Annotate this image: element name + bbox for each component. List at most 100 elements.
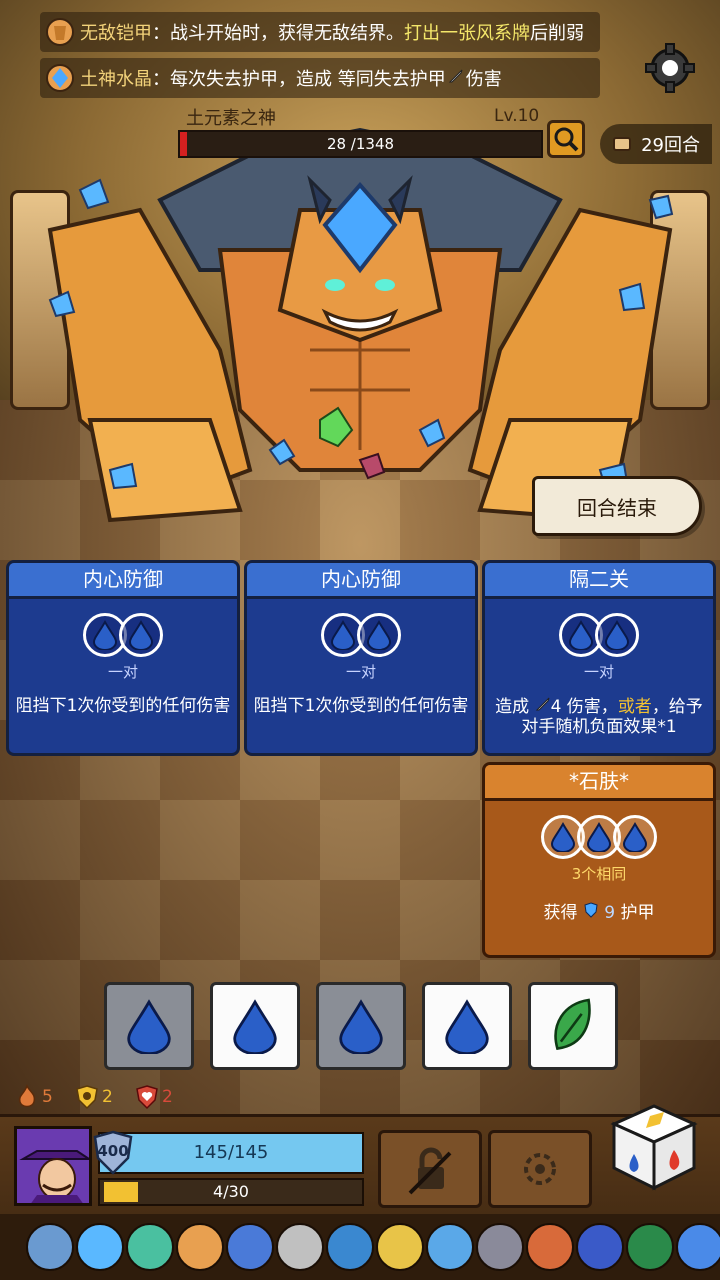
wind-leaf-icon — [554, 998, 591, 1050]
card-description: 阻挡下1次你受到的任何伤害 — [253, 696, 469, 716]
end-turn-button[interactable]: 回合结束 — [532, 476, 702, 536]
status-suffix: 伤害 — [465, 69, 502, 90]
water-slot-icon — [613, 815, 657, 859]
relic-icon[interactable] — [276, 1223, 324, 1271]
desc-part: 护甲 — [620, 903, 655, 923]
status-separator: ： — [152, 23, 170, 44]
dice-slots — [9, 613, 237, 657]
status-highlight: 打出一张风系牌 — [404, 23, 530, 44]
status-text: 每次失去护甲，造成 等同失去护甲 — [170, 69, 446, 90]
player-avatar[interactable] — [14, 1126, 92, 1206]
turn-counter: 29回合 — [600, 124, 712, 164]
die-water[interactable] — [422, 982, 512, 1070]
inspect-button[interactable] — [547, 120, 585, 158]
burn-stat: 5 — [14, 1084, 53, 1110]
die-wind[interactable] — [528, 982, 618, 1070]
status-earth-crystal[interactable]: 土神水晶 ： 每次失去护甲，造成 等同失去护甲 伤害 — [40, 58, 600, 98]
relic-bar — [0, 1214, 720, 1280]
armor-icon — [583, 902, 599, 923]
relic-icon[interactable] — [626, 1223, 674, 1271]
heart-shield-stat: 2 — [134, 1084, 173, 1110]
player-armor: 400 — [92, 1130, 134, 1176]
armor-value: 400 — [97, 1142, 129, 1160]
desc-or: 或者 — [617, 697, 652, 717]
card-description: 获得 9 护甲 — [485, 884, 713, 923]
player-hp-bar: 145/145 — [98, 1132, 364, 1174]
relic-icon[interactable] — [126, 1223, 174, 1271]
boss-hp-text: 28 /1348 — [326, 135, 395, 153]
water-drop-icon — [233, 999, 277, 1054]
armor-relic-icon — [40, 12, 80, 52]
stat-value: 2 — [162, 1087, 173, 1107]
magnifier-icon — [554, 127, 579, 152]
desc-part: 4 伤害， — [550, 697, 618, 717]
player-xp-bar: 4/30 — [98, 1178, 364, 1206]
lock-button[interactable] — [378, 1130, 482, 1208]
dice-slots — [247, 613, 475, 657]
broken-lock-icon — [408, 1147, 452, 1195]
skill-card-stone-skin[interactable]: *石肤* 3个相同 获得 9 护甲 — [482, 762, 716, 958]
skill-card-inner-defense-2[interactable]: 内心防御 一对 阻挡下1次你受到的任何伤害 — [244, 560, 478, 756]
card-description: 阻挡下1次你受到的任何伤害 — [15, 696, 231, 716]
status-name: 无敌铠甲 — [80, 23, 152, 44]
relic-icon[interactable] — [26, 1223, 74, 1271]
player-xp-text: 4/30 — [213, 1182, 249, 1201]
status-name: 土神水晶 — [80, 69, 152, 90]
xp-fill — [104, 1182, 138, 1202]
card-requirement: 一对 — [345, 663, 376, 681]
relic-icon[interactable] — [426, 1223, 474, 1271]
heart-shield-icon — [136, 1085, 158, 1110]
shield-stat: 2 — [74, 1084, 113, 1110]
relic-icon[interactable] — [476, 1223, 524, 1271]
turn-text: 29回合 — [641, 135, 700, 156]
relic-icon[interactable] — [226, 1223, 274, 1271]
card-requirement: 一对 — [107, 663, 138, 681]
card-title: 内心防御 — [9, 563, 237, 599]
player-hp-text: 145/145 — [193, 1142, 269, 1163]
die-water-used[interactable] — [104, 982, 194, 1070]
card-description: 造成 4 伤害，或者，给予对手随机负面效果*1 — [485, 682, 713, 737]
desc-part: 获得 — [543, 903, 578, 923]
stat-value: 5 — [42, 1087, 53, 1107]
armor-value: 9 — [604, 903, 616, 923]
card-requirement: 3个相同 — [571, 865, 627, 883]
water-slot-icon — [595, 613, 639, 657]
relic-icon[interactable] — [676, 1223, 720, 1271]
relic-icon[interactable] — [76, 1223, 124, 1271]
crystal-relic-icon — [40, 58, 80, 98]
relic-icon[interactable] — [376, 1223, 424, 1271]
status-text: 战斗开始时，获得无敌结界。 — [170, 23, 404, 44]
water-drop-icon — [445, 999, 489, 1054]
game-screen: 无敌铠甲 ： 战斗开始时，获得无敌结界。 打出一张风系牌 后削弱 土神水晶 ： … — [0, 0, 720, 1280]
reroll-icon — [524, 1153, 556, 1185]
desc-part: 造成 — [495, 697, 530, 717]
roll-dice-button[interactable] — [606, 1098, 702, 1194]
settings-gear-icon[interactable] — [642, 40, 698, 96]
dice-slots — [485, 613, 713, 657]
skill-card-gap-two[interactable]: 隔二关 一对 造成 4 伤害，或者，给予对手随机负面效果*1 — [482, 560, 716, 756]
status-invincible-armor[interactable]: 无敌铠甲 ： 战斗开始时，获得无敌结界。 打出一张风系牌 后削弱 — [40, 12, 600, 52]
relic-icon[interactable] — [576, 1223, 624, 1271]
water-drop-icon — [339, 999, 383, 1054]
relic-icon[interactable] — [526, 1223, 574, 1271]
stat-value: 2 — [102, 1087, 113, 1107]
sword-icon — [448, 68, 464, 89]
shield-icon — [76, 1085, 98, 1110]
boss-hp-bar: 28 /1348 — [178, 130, 543, 158]
relic-icon[interactable] — [326, 1223, 374, 1271]
boss-level: Lv.10 — [494, 106, 540, 126]
scroll-icon — [613, 137, 632, 151]
water-slot-icon — [119, 613, 163, 657]
card-title: 隔二关 — [485, 563, 713, 599]
reroll-button[interactable] — [488, 1130, 592, 1208]
card-title: 内心防御 — [247, 563, 475, 599]
die-water-used[interactable] — [316, 982, 406, 1070]
relic-icon[interactable] — [176, 1223, 224, 1271]
fire-icon — [18, 1084, 36, 1108]
water-slot-icon — [357, 613, 401, 657]
skill-card-inner-defense-1[interactable]: 内心防御 一对 阻挡下1次你受到的任何伤害 — [6, 560, 240, 756]
card-requirement: 一对 — [583, 663, 614, 681]
dice-slots — [485, 815, 713, 859]
die-water[interactable] — [210, 982, 300, 1070]
sword-icon — [535, 697, 551, 717]
